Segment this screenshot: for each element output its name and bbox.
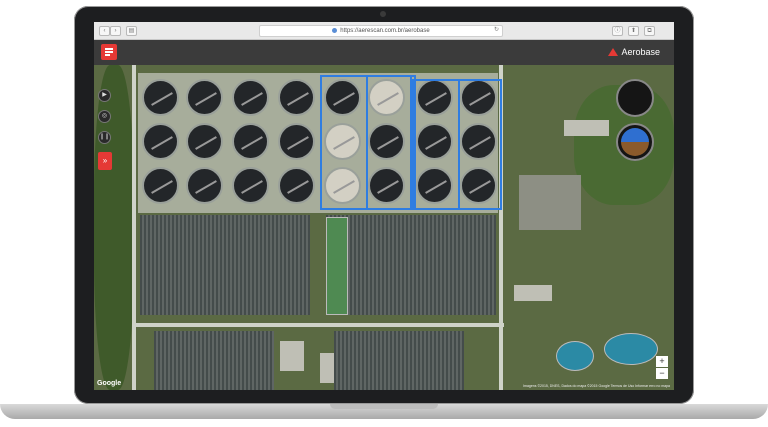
- building: [280, 341, 304, 371]
- tabs-button[interactable]: ⧉: [644, 26, 655, 36]
- play-button[interactable]: ▶: [98, 89, 111, 102]
- clarifier-tank: [142, 123, 179, 160]
- building: [519, 175, 581, 230]
- clarifier-tank: [232, 79, 269, 116]
- flight-route-segment: [412, 79, 460, 210]
- aeration-basin: [154, 331, 274, 390]
- brand-name: Aerobase: [621, 47, 660, 57]
- clarifier-tank: [142, 79, 179, 116]
- google-logo: Google: [97, 380, 122, 387]
- clarifier-tank: [278, 167, 315, 204]
- flight-route-segment: [366, 75, 416, 210]
- aerobase-logo-icon: [608, 48, 619, 56]
- attitude-indicator: [616, 123, 654, 161]
- map-attribution: Imagens ©2015, DNES, Dados do mapa ©2015…: [523, 384, 670, 388]
- road: [132, 65, 136, 390]
- webcam-icon: [380, 11, 386, 17]
- clarifier-tank: [186, 79, 223, 116]
- laptop-notch: [330, 404, 438, 409]
- sidebar-toggle-button[interactable]: ▤: [126, 26, 137, 36]
- menu-line: [105, 54, 110, 56]
- clarifier-tank: [186, 167, 223, 204]
- clarifier-tank: [232, 167, 269, 204]
- globe-icon: [332, 27, 338, 33]
- flight-route-segment: [458, 79, 502, 210]
- reload-button[interactable]: ↻: [492, 26, 501, 34]
- road: [134, 323, 504, 327]
- clarifier-tank: [186, 123, 223, 160]
- menu-line: [105, 48, 113, 50]
- aeration-basin: [140, 215, 310, 315]
- info-button[interactable]: ⓘ: [612, 26, 623, 36]
- artificial-horizon-icon: [621, 128, 649, 156]
- building: [564, 120, 609, 136]
- clarifier-tank: [278, 79, 315, 116]
- brand: Aerobase: [608, 47, 660, 57]
- zoom-in-button[interactable]: +: [656, 356, 668, 367]
- url-text: https://aerescan.com.br/aerobase: [340, 28, 430, 34]
- collapse-panel-button[interactable]: »: [98, 152, 112, 170]
- forward-button[interactable]: ›: [110, 26, 121, 36]
- browser-toolbar: ‹ › ▤ https://aerescan.com.br/aerobase ↻…: [94, 22, 674, 40]
- building: [320, 353, 334, 383]
- menu-button[interactable]: [101, 44, 117, 60]
- app-header: Aerobase: [94, 40, 674, 65]
- share-button[interactable]: ⬆: [628, 26, 639, 36]
- pond: [604, 333, 658, 365]
- satellite-map[interactable]: ▶ ◎ ❙❙ » + − Google Imagens ©2015, DNES,…: [94, 65, 674, 390]
- pond: [556, 341, 594, 371]
- menu-line: [105, 51, 113, 53]
- layers-button[interactable]: ◎: [98, 110, 111, 123]
- clarifier-tank: [232, 123, 269, 160]
- altimeter-icon: [616, 79, 654, 117]
- address-bar[interactable]: https://aerescan.com.br/aerobase: [259, 25, 503, 37]
- green-basin: [326, 217, 348, 315]
- aeration-basin: [326, 215, 496, 315]
- clarifier-tank: [278, 123, 315, 160]
- building: [514, 285, 552, 301]
- clarifier-tank: [142, 167, 179, 204]
- back-button[interactable]: ‹: [99, 26, 110, 36]
- aeration-basin: [334, 331, 464, 390]
- zoom-out-button[interactable]: −: [656, 368, 668, 379]
- laptop-screen: ‹ › ▤ https://aerescan.com.br/aerobase ↻…: [94, 22, 674, 390]
- pause-button[interactable]: ❙❙: [98, 131, 111, 144]
